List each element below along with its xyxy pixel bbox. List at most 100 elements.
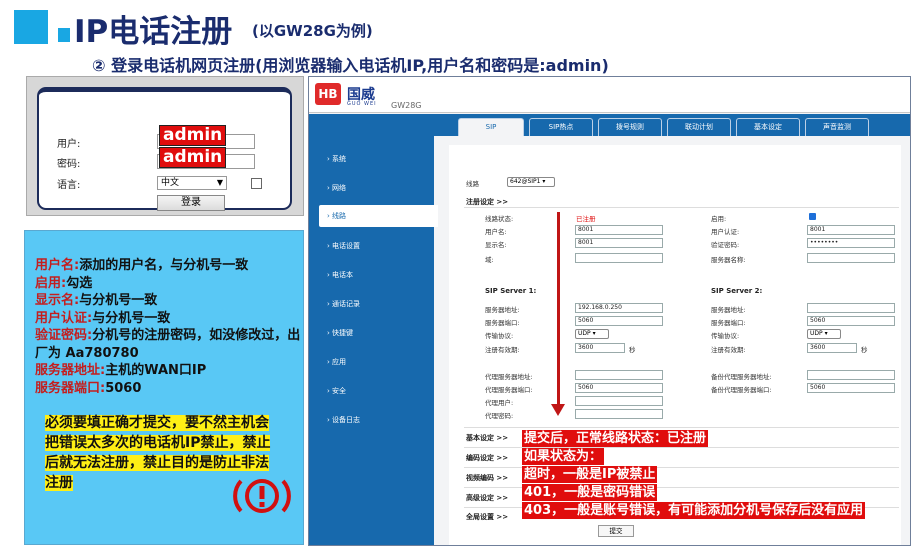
- line-label: 线路: [466, 180, 479, 188]
- server1-expire-unit: 秒: [629, 346, 636, 354]
- brand-name-latin: GUO WEI: [347, 101, 377, 107]
- sidebar-item-phonebook[interactable]: › 电话本: [327, 270, 353, 280]
- brake-warning-icon: [233, 479, 291, 513]
- proxy-address-label: 代理服务器地址:: [485, 373, 533, 381]
- page-subtitle: ② 登录电话机网页注册(用浏览器输入电话机IP,用户名和密码是:admin): [92, 56, 609, 75]
- server2-address-label: 服务器地址:: [711, 306, 746, 314]
- server-name-label: 服务器名称:: [711, 256, 746, 264]
- proxy-port-label: 代理服务器端口:: [485, 386, 533, 394]
- domain-input[interactable]: [575, 253, 663, 263]
- section-video-codec[interactable]: 视频编码 >>: [466, 473, 508, 483]
- annotation-registered: 提交后，正常线路状态：已注册: [522, 430, 709, 447]
- server1-address-label: 服务器地址:: [485, 306, 520, 314]
- instruction-item: 服务器地址:主机的WAN口IP: [35, 363, 207, 378]
- server2-protocol-label: 传输协议:: [711, 332, 740, 340]
- user-value-highlight: admin: [159, 125, 227, 146]
- user-label: 用户:: [57, 139, 81, 150]
- auth-user-input[interactable]: 8001: [807, 225, 895, 235]
- sidebar-item-device-log[interactable]: › 设备日志: [327, 415, 360, 425]
- login-button[interactable]: 登录: [157, 195, 225, 211]
- login-form: 用户: 密码: 语言: admin admin 中文 ▼ 登录: [37, 87, 292, 211]
- sidebar-item-system[interactable]: › 系统: [327, 154, 346, 164]
- server1-expire-label: 注册有效期:: [485, 346, 520, 354]
- proxy-user-input[interactable]: [575, 396, 663, 406]
- submit-button[interactable]: 提交: [598, 525, 634, 537]
- server2-expire-input[interactable]: 3600: [807, 343, 857, 353]
- password-label: 密码:: [57, 159, 81, 170]
- language-select[interactable]: 中文 ▼: [157, 176, 227, 190]
- divider: [464, 427, 899, 428]
- server2-address-input[interactable]: [807, 303, 895, 313]
- line-status-label: 线路状态:: [485, 215, 514, 223]
- sidebar-item-shortcuts[interactable]: › 快捷键: [327, 328, 353, 338]
- chevron-down-icon: ▾: [592, 330, 596, 337]
- server2-port-label: 服务器端口:: [711, 319, 746, 327]
- proxy-password-input[interactable]: [575, 409, 663, 419]
- device-model: GW28G: [391, 101, 422, 110]
- sidebar-item-line[interactable]: › 线路: [319, 205, 438, 227]
- server2-protocol-select[interactable]: UDP ▾: [807, 329, 841, 339]
- tab-basic-settings[interactable]: 基本设定: [736, 118, 800, 136]
- sidebar-item-network[interactable]: › 网络: [327, 183, 346, 193]
- backup-proxy-address-input[interactable]: [807, 370, 895, 380]
- title-decoration-small: [58, 28, 70, 42]
- title-decoration-large: [14, 10, 48, 44]
- section-advanced[interactable]: 高级设定 >>: [466, 493, 508, 503]
- enable-checkbox[interactable]: [809, 213, 816, 220]
- divider: [464, 207, 899, 208]
- tab-sip-hotspot[interactable]: SIP热点: [529, 118, 593, 136]
- instruction-item: 启用:勾选: [35, 275, 93, 291]
- auth-password-input[interactable]: ••••••••: [807, 238, 895, 248]
- backup-proxy-address-label: 备份代理服务器地址:: [711, 373, 772, 381]
- arrow-head-icon: [551, 404, 565, 416]
- page-title-note: (以GW28G为例): [252, 22, 373, 40]
- sip-server-1-title: SIP Server 1:: [485, 287, 537, 295]
- server1-port-input[interactable]: 5060: [575, 316, 663, 326]
- username-label: 用户名:: [485, 228, 507, 236]
- login-panel: 用户: 密码: 语言: admin admin 中文 ▼ 登录: [26, 76, 304, 216]
- section-codec[interactable]: 编码设定 >>: [466, 453, 508, 463]
- server2-expire-unit: 秒: [861, 346, 868, 354]
- arrow-down-icon: [557, 212, 560, 408]
- tab-linkage-plan[interactable]: 联动计划: [667, 118, 731, 136]
- tab-sound-monitor[interactable]: 声音监测: [805, 118, 869, 136]
- remember-checkbox[interactable]: [251, 178, 262, 189]
- brand-logo: HB: [315, 83, 341, 105]
- server-name-input[interactable]: [807, 253, 895, 263]
- sip-server-2-title: SIP Server 2:: [711, 287, 763, 295]
- proxy-user-label: 代理用户:: [485, 399, 514, 407]
- server1-protocol-select[interactable]: UDP ▾: [575, 329, 609, 339]
- section-register-settings[interactable]: 注册设定 >>: [466, 197, 508, 207]
- backup-proxy-port-input[interactable]: 5060: [807, 383, 895, 393]
- instruction-item: 用户认证:与分机号一致: [35, 310, 171, 326]
- language-select-value: 中文: [161, 178, 180, 188]
- sidebar-item-phone-settings[interactable]: › 电话设置: [327, 241, 360, 251]
- annotation-if-status: 如果状态为：: [522, 448, 605, 465]
- page-title: IP电话注册: [74, 14, 233, 50]
- instruction-item: 验证密码:分机号的注册密码，如没修改过，出厂为 Aa780780: [35, 328, 301, 361]
- instruction-box: 用户名:添加的用户名，与分机号一致 启用:勾选 显示名:与分机号一致 用户认证:…: [24, 230, 304, 545]
- sidebar-item-security[interactable]: › 安全: [327, 386, 346, 396]
- backup-proxy-port-label: 备份代理服务器端口:: [711, 386, 772, 394]
- server2-port-input[interactable]: 5060: [807, 316, 895, 326]
- server1-expire-input[interactable]: 3600: [575, 343, 625, 353]
- tab-sip[interactable]: SIP: [458, 118, 524, 136]
- chevron-down-icon: ▾: [542, 178, 546, 185]
- display-name-input[interactable]: 8001: [575, 238, 663, 248]
- line-status-value: 已注册: [576, 215, 596, 223]
- sidebar-item-call-log[interactable]: › 通话记录: [327, 299, 360, 309]
- sidebar-item-apps[interactable]: › 应用: [327, 357, 346, 367]
- server1-address-input[interactable]: 192.168.0.250: [575, 303, 663, 313]
- proxy-address-input[interactable]: [575, 370, 663, 380]
- section-basic[interactable]: 基本设定 >>: [466, 433, 508, 443]
- username-input[interactable]: 8001: [575, 225, 663, 235]
- tab-dial-rules[interactable]: 拨号规则: [598, 118, 662, 136]
- language-label: 语言:: [57, 180, 81, 191]
- auth-password-label: 验证密码:: [711, 241, 740, 249]
- line-select[interactable]: 642@SIP1 ▾: [507, 177, 555, 187]
- instruction-item: 显示名:与分机号一致: [35, 293, 158, 308]
- section-global[interactable]: 全局设置 >>: [466, 512, 508, 522]
- instruction-item: 用户名:添加的用户名，与分机号一致: [35, 258, 249, 273]
- proxy-port-input[interactable]: 5060: [575, 383, 663, 393]
- proxy-password-label: 代理密码:: [485, 412, 514, 420]
